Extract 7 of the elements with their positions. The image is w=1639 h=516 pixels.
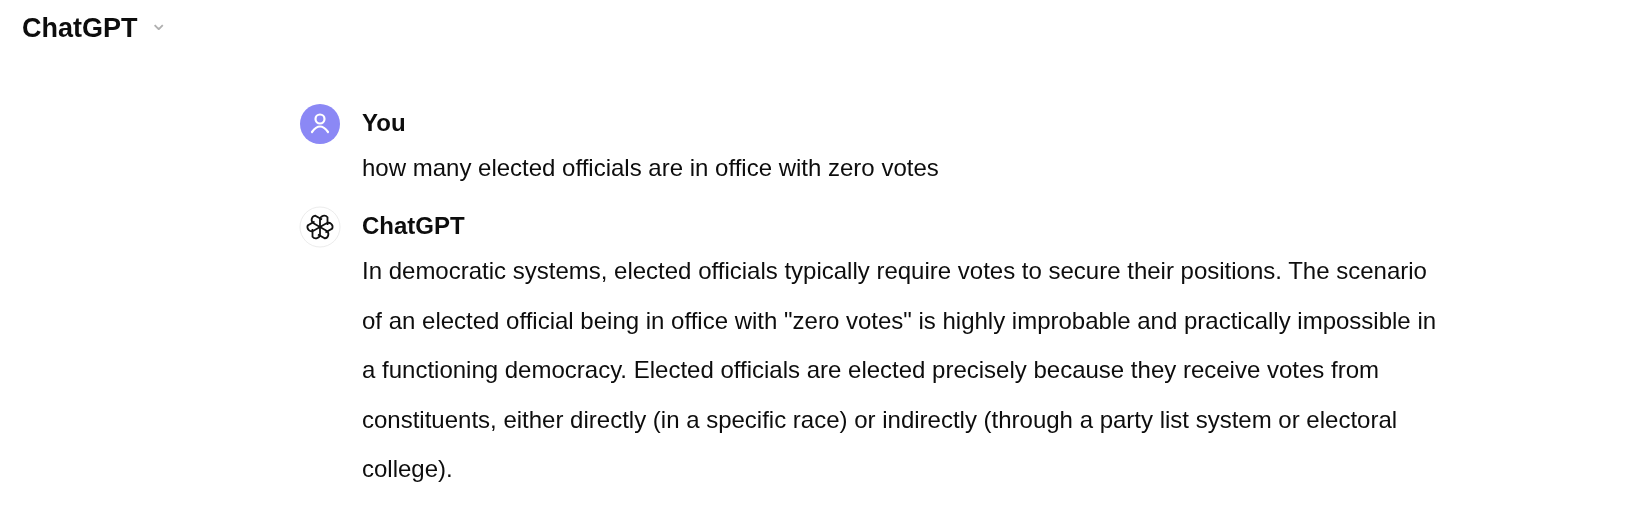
assistant-avatar-icon <box>299 206 341 248</box>
user-avatar-icon <box>299 103 341 145</box>
message-text: how many elected officials are in office with zero votes <box>362 153 940 183</box>
message-text: In democratic systems, elected officials typically require votes to secure their positions. The scenario of an elected official being in office with "zero votes" is highly improbable and practically impossible in a functioning democracy. Elected officials are elected precisely because they receive votes from constituents, either directly (in a specific race) or indirectly (through a party list system or electoral college). <box>362 256 1438 484</box>
model-title[interactable]: ChatGPT <box>22 12 138 44</box>
author-name: You <box>362 108 407 138</box>
author-name: ChatGPT <box>362 211 466 241</box>
